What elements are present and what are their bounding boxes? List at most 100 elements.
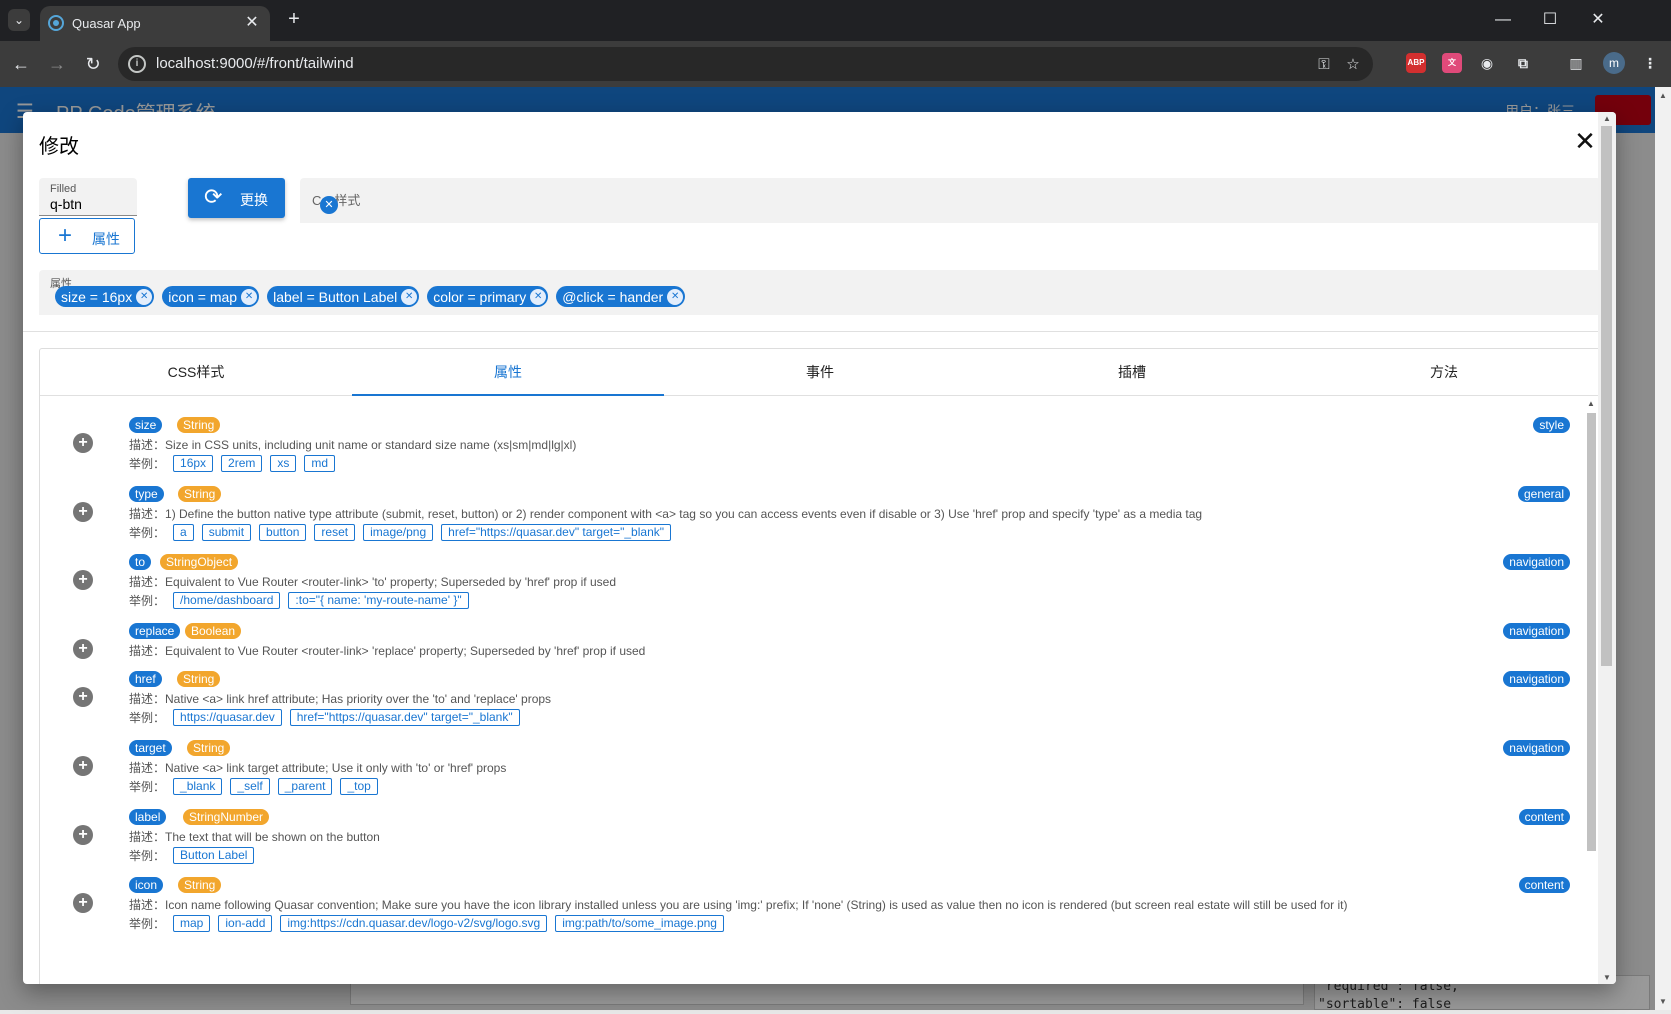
example-value[interactable]: reset (314, 524, 356, 541)
tab-css[interactable]: CSS样式 (40, 349, 352, 395)
scroll-down-icon[interactable]: ▼ (1603, 973, 1611, 982)
prop-row: + target String navigation 描述：Native <a> lin… (40, 740, 1570, 810)
example-value[interactable]: 2rem (221, 455, 263, 472)
example-value[interactable]: xs (270, 455, 297, 472)
url-text[interactable]: localhost:9000/#/front/tailwind (156, 55, 354, 72)
prop-list-scrollbar[interactable]: ▲ (1583, 397, 1599, 984)
chip-label: icon = map (168, 288, 238, 305)
example-value[interactable]: _parent (277, 778, 333, 795)
add-prop-icon[interactable]: + (73, 893, 93, 913)
example-value[interactable]: img:https://cdn.quasar.dev/logo-v2/svg/l… (280, 915, 548, 932)
scroll-up-icon[interactable]: ▲ (1587, 399, 1595, 408)
prop-description: 描述：Equivalent to Vue Router <router-link… (129, 573, 616, 590)
address-bar[interactable]: i localhost:9000/#/front/tailwind ⚿ ☆ (118, 47, 1373, 81)
bookmark-star-icon[interactable]: ☆ (1343, 55, 1363, 75)
tab-methods[interactable]: 方法 (1288, 349, 1600, 395)
browser-tab[interactable]: Quasar App ✕ (40, 6, 270, 41)
add-prop-icon[interactable]: + (73, 502, 93, 522)
example-value[interactable]: :to="{ name: 'my-route-name' }" (288, 592, 469, 609)
replace-button[interactable]: ⟳ 更换 (188, 178, 285, 218)
prop-category-badge: content (1518, 877, 1570, 893)
adblock-extension-icon[interactable]: ABP (1406, 53, 1426, 73)
chip-remove-icon[interactable]: ✕ (530, 288, 547, 305)
component-field[interactable]: Filled q-btn (39, 178, 137, 216)
chip-label: size = 16px (61, 288, 133, 305)
translate-extension-icon[interactable]: 文 (1442, 53, 1462, 73)
example-value[interactable]: https://quasar.dev (173, 709, 282, 726)
attribute-chip[interactable]: @click = hander ✕ (556, 286, 686, 307)
add-prop-icon[interactable]: + (73, 756, 93, 776)
new-tab-button[interactable]: + (282, 8, 306, 32)
prop-category-badge: navigation (1503, 623, 1570, 639)
add-attribute-button[interactable]: + 属性 (39, 218, 135, 254)
close-icon[interactable]: ✕ (1572, 128, 1598, 154)
tab-events[interactable]: 事件 (664, 349, 976, 395)
prop-type-badge: String (177, 417, 221, 433)
tab-slots[interactable]: 插槽 (976, 349, 1288, 395)
add-prop-icon[interactable]: + (73, 639, 93, 659)
browser-menu-icon[interactable]: ⋮ (1640, 53, 1660, 73)
dialog-scrollbar[interactable]: ▲ ▼ (1598, 112, 1616, 984)
example-value[interactable]: image/png (363, 524, 434, 541)
example-value[interactable]: _self (230, 778, 270, 795)
chip-remove-icon[interactable]: ✕ (136, 288, 153, 305)
forward-icon[interactable]: → (45, 52, 69, 76)
password-key-icon[interactable]: ⚿ (1314, 55, 1334, 75)
chip-remove-icon[interactable]: ✕ (401, 288, 418, 305)
example-value[interactable]: _blank (173, 778, 223, 795)
tab-props[interactable]: 属性 (352, 349, 664, 396)
example-value[interactable]: img:path/to/some_image.png (555, 915, 724, 932)
example-value[interactable]: ion-add (218, 915, 273, 932)
page-scrollbar[interactable]: ▲ ▼ (1655, 87, 1671, 1010)
prop-row: + href String navigation 描述：Native <a> link … (40, 671, 1570, 741)
window-close-icon[interactable]: ✕ (1585, 8, 1611, 32)
chip-remove-icon[interactable]: ✕ (241, 288, 258, 305)
add-prop-icon[interactable]: + (73, 433, 93, 453)
example-value[interactable]: md (304, 455, 336, 472)
example-value[interactable]: href="https://quasar.dev" target="_blank… (441, 524, 671, 541)
tab-close-icon[interactable]: ✕ (242, 13, 262, 33)
glasses-extension-icon[interactable]: ◉ (1477, 53, 1497, 73)
prop-type-badge: StringNumber (183, 809, 270, 825)
example-value[interactable]: _top (340, 778, 378, 795)
example-value[interactable]: /home/dashboard (173, 592, 281, 609)
attribute-chip[interactable]: size = 16px ✕ (55, 286, 155, 307)
attribute-chip[interactable]: color = primary ✕ (427, 286, 549, 307)
dialog-scroll-thumb[interactable] (1601, 126, 1612, 666)
add-prop-icon[interactable]: + (73, 687, 93, 707)
attribute-chip[interactable]: icon = map ✕ (162, 286, 260, 307)
prop-examples: 举例： map ion-add img:https://cdn.quasar.dev/… (129, 915, 724, 932)
maximize-icon[interactable]: ☐ (1537, 8, 1563, 32)
example-value[interactable]: a (173, 524, 194, 541)
add-prop-icon[interactable]: + (73, 825, 93, 845)
site-info-icon[interactable]: i (128, 55, 146, 73)
example-value[interactable]: map (173, 915, 211, 932)
component-field-value[interactable]: q-btn (50, 196, 82, 212)
profile-avatar[interactable]: m (1603, 52, 1625, 74)
clear-icon[interactable]: ✕ (320, 196, 338, 214)
chip-remove-icon[interactable]: ✕ (667, 288, 684, 305)
sync-icon: ⟳ (204, 184, 223, 209)
add-prop-icon[interactable]: + (73, 570, 93, 590)
example-value[interactable]: Button Label (173, 847, 255, 864)
tab-search-icon[interactable]: ⌄ (8, 9, 30, 31)
scroll-up-icon[interactable]: ▲ (1603, 114, 1611, 123)
example-value[interactable]: 16px (173, 455, 214, 472)
side-panel-icon[interactable]: ▥ (1566, 53, 1586, 73)
prop-examples: 举例： /home/dashboard:to="{ name: 'my-route… (129, 592, 469, 609)
css-style-input[interactable]: Css样式 ✕ (300, 178, 1601, 223)
reload-icon[interactable]: ↻ (81, 52, 105, 76)
example-value[interactable]: submit (201, 524, 252, 541)
example-value[interactable]: button (259, 524, 307, 541)
back-icon[interactable]: ← (9, 52, 33, 76)
prop-list: + size String style 描述：Size in CSS units, in… (40, 397, 1600, 984)
example-value[interactable]: href="https://quasar.dev" target="_blank… (289, 709, 520, 726)
prop-examples: 举例： _blank _self _parent _top (129, 778, 378, 795)
attribute-chips-field[interactable]: 属性 size = 16px ✕ icon = map ✕ label = Butt… (39, 270, 1601, 315)
description-prefix: 描述： (129, 644, 166, 658)
prop-category-badge: style (1533, 417, 1570, 433)
extensions-puzzle-icon[interactable]: ⧉ (1513, 53, 1533, 73)
prop-list-scroll-thumb[interactable] (1587, 413, 1596, 851)
minimize-icon[interactable]: — (1490, 8, 1516, 32)
attribute-chip[interactable]: label = Button Label ✕ (267, 286, 420, 307)
